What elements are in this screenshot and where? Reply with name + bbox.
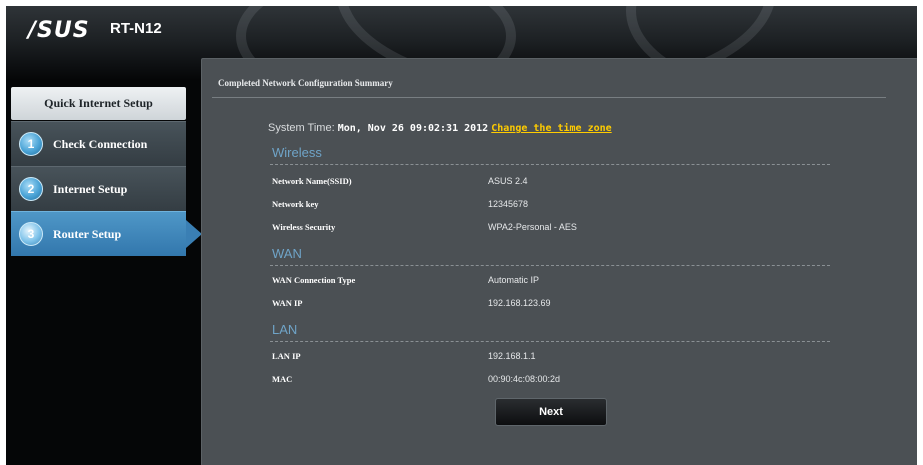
lan-ip-label: LAN IP xyxy=(272,351,301,361)
sidebar-item-label: Router Setup xyxy=(53,226,122,241)
change-time-zone-link[interactable]: Change the time zone xyxy=(491,123,611,134)
sidebar-item-internet-setup[interactable]: 2 Internet Setup xyxy=(11,166,186,211)
mac-value: 00:90:4c:08:00:2d xyxy=(488,374,561,384)
system-time-label: System Time: xyxy=(268,122,335,134)
page-title: Completed Network Configuration Summary xyxy=(218,78,393,88)
system-time-value: Mon, Nov 26 09:02:31 2012 xyxy=(337,123,489,134)
wan-connection-type-label: WAN Connection Type xyxy=(272,275,356,285)
router-setup-window: /SUS RT-N12 Quick Internet Setup 1 Check… xyxy=(6,6,917,465)
section-divider xyxy=(270,341,830,342)
wireless-security-value: WPA2-Personal - AES xyxy=(488,222,577,232)
wan-connection-type-value: Automatic IP xyxy=(488,275,540,285)
router-model: RT-N12 xyxy=(110,20,162,37)
ssid-value: ASUS 2.4 xyxy=(488,176,528,186)
section-heading-wireless: Wireless xyxy=(272,145,322,160)
sidebar-item-label: Check Connection xyxy=(53,136,148,151)
summary-panel: Completed Network Configuration Summary … xyxy=(201,58,917,465)
section-heading-lan: LAN xyxy=(272,322,298,337)
network-key-label: Network key xyxy=(272,199,319,209)
step-number-icon: 2 xyxy=(19,177,43,201)
section-divider xyxy=(270,265,830,266)
network-key-value: 12345678 xyxy=(488,199,529,209)
lan-ip-value: 192.168.1.1 xyxy=(488,351,536,361)
sidebar-item-router-setup[interactable]: 3 Router Setup xyxy=(11,211,202,256)
step-number-icon: 1 xyxy=(19,132,43,156)
mac-label: MAC xyxy=(272,374,293,384)
section-heading-wan: WAN xyxy=(272,246,302,261)
brand-logo: /SUS xyxy=(28,18,90,43)
sidebar-item-label: Internet Setup xyxy=(53,181,128,196)
sidebar-title: Quick Internet Setup xyxy=(11,87,186,120)
active-pointer-icon xyxy=(186,220,202,248)
step-number-icon: 3 xyxy=(19,222,43,246)
system-time: System Time: Mon, Nov 26 09:02:31 2012 C… xyxy=(268,122,612,134)
next-button[interactable]: Next xyxy=(495,398,607,426)
wireless-security-label: Wireless Security xyxy=(272,222,336,232)
sidebar-item-check-connection[interactable]: 1 Check Connection xyxy=(11,121,186,166)
title-divider xyxy=(212,97,886,98)
wan-ip-value: 192.168.123.69 xyxy=(488,298,551,308)
ssid-label: Network Name(SSID) xyxy=(272,176,352,186)
section-divider xyxy=(270,164,830,165)
wan-ip-label: WAN IP xyxy=(272,298,303,308)
